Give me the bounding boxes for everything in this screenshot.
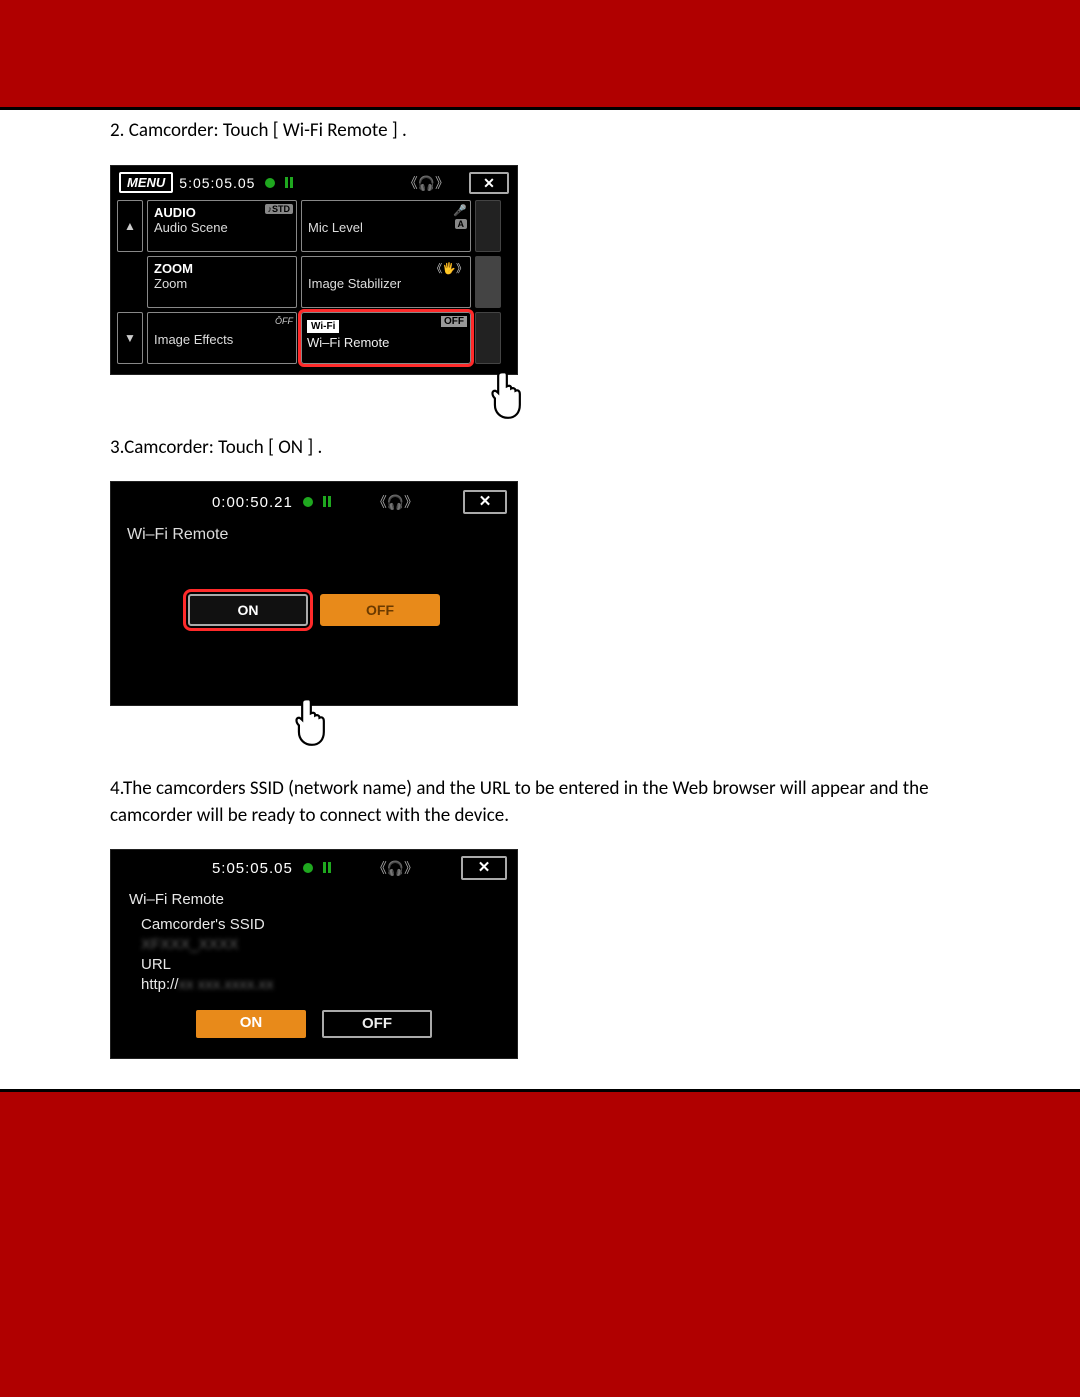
pause-icon <box>321 860 331 877</box>
menu-item-audio[interactable]: ♪STD AUDIO Audio Scene <box>147 200 297 252</box>
menu-item-miclevel[interactable]: 🎤 A Mic Level <box>301 200 471 252</box>
touch-hand-icon <box>291 695 335 747</box>
stabilizer-sub: Image Stabilizer <box>308 276 464 291</box>
scrollbar-thumb[interactable] <box>475 256 501 308</box>
on-button[interactable]: ON <box>196 1010 306 1038</box>
ssid-label: Camcorder's SSID <box>141 915 499 935</box>
camcorder-screen-ssid: 5:05:05.05 《 🎧 》 ✕ Wi–Fi Remote Camcorde… <box>110 849 518 1059</box>
pause-icon <box>321 494 331 511</box>
wifi-tag: Wi-Fi <box>307 320 339 333</box>
scrollbar-track-bottom <box>475 312 501 364</box>
screen-title: Wi–Fi Remote <box>111 522 517 594</box>
menu-item-image-effects[interactable]: ŌFF Image Effects <box>147 312 297 364</box>
step2-text: 2. Camcorder: Touch [ Wi-Fi Remote ] . <box>110 118 970 145</box>
touch-hand-icon <box>487 368 531 420</box>
record-indicator-dot <box>265 178 275 188</box>
stabilizer-icon: 《🖐》 <box>431 260 467 276</box>
close-button[interactable]: ✕ <box>461 856 507 880</box>
wifi-remote-label: Wi–Fi Remote <box>307 335 465 350</box>
camcorder-screen-onoff: 0:00:50.21 《 🎧 》 ✕ Wi–Fi Remote ON OFF <box>110 481 518 706</box>
zoom-sub: Zoom <box>154 276 290 291</box>
menu-item-zoom[interactable]: ZOOM Zoom <box>147 256 297 308</box>
audio-sub: Audio Scene <box>154 220 290 235</box>
zoom-heading: ZOOM <box>154 261 290 276</box>
miclevel-sub: Mic Level <box>308 220 464 235</box>
headphone-icon: 《 🎧 》 <box>404 173 447 193</box>
document-page: 2. Camcorder: Touch [ Wi-Fi Remote ] . M… <box>0 110 1080 1092</box>
step3-text: 3.Camcorder: Touch [ ON ] . <box>110 435 970 462</box>
timecode: 5:05:05.05 <box>212 860 293 877</box>
menu-item-wifi-remote[interactable]: Wi-Fi OFF Wi–Fi Remote <box>301 312 471 364</box>
scrollbar-track-top <box>475 200 501 252</box>
headphone-icon: 《 🎧 》 <box>373 858 416 878</box>
off-button[interactable]: OFF <box>320 594 440 626</box>
scroll-down-arrow[interactable]: ▼ <box>117 312 143 364</box>
menu-item-stabilizer[interactable]: 《🖐》 Image Stabilizer <box>301 256 471 308</box>
on-button[interactable]: ON <box>188 594 308 626</box>
record-indicator-dot <box>303 863 313 873</box>
url-value: xx xxx.xxxx.xx <box>179 975 274 995</box>
close-button[interactable]: ✕ <box>463 490 507 514</box>
header-band <box>0 0 1080 110</box>
ssid-value: XFXXX_XXXX <box>141 935 239 955</box>
url-label: URL <box>141 955 499 975</box>
step4-text: 4.The camcorders SSID (network name) and… <box>110 776 970 829</box>
pause-icon <box>283 175 293 191</box>
menu-button[interactable]: MENU <box>119 172 173 193</box>
wifi-off-badge: OFF <box>441 316 467 327</box>
image-effects-badge: ŌFF <box>275 316 293 326</box>
scroll-up-arrow[interactable]: ▲ <box>117 200 143 252</box>
image-effects-sub: Image Effects <box>154 332 290 347</box>
record-indicator-dot <box>303 497 313 507</box>
off-button[interactable]: OFF <box>322 1010 432 1038</box>
timecode: 5:05:05.05 <box>179 175 255 191</box>
headphone-icon: 《 🎧 》 <box>373 492 416 512</box>
miclevel-badge: A <box>455 219 468 229</box>
screen-title: Wi–Fi Remote <box>129 890 499 910</box>
timecode: 0:00:50.21 <box>212 494 293 511</box>
audio-badge: ♪STD <box>265 204 294 214</box>
url-prefix: http:// <box>141 976 179 993</box>
footer-band <box>0 1092 1080 1362</box>
mic-icon: 🎤 <box>453 204 467 217</box>
close-button[interactable]: ✕ <box>469 172 509 194</box>
camcorder-screen-menu: MENU 5:05:05.05 《 🎧 》 ✕ ▲ ♪STD AUDIO Aud… <box>110 165 518 375</box>
